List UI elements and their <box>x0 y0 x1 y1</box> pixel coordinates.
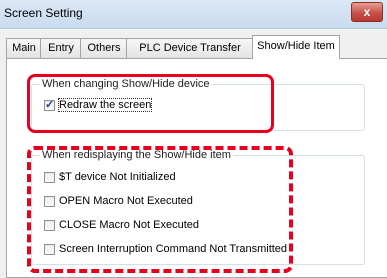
close-macro-not-executed-checkbox[interactable] <box>44 219 55 231</box>
tab-panel: When changing Show/Hide device Redraw th… <box>6 58 387 278</box>
open-macro-not-executed-checkbox[interactable] <box>44 195 55 207</box>
redraw-screen-checkbox[interactable] <box>44 98 55 111</box>
tab-label: Entry <box>48 42 74 54</box>
screen-interruption-option[interactable]: Screen Interruption Command Not Transmit… <box>44 243 287 255</box>
tab-show-hide-item[interactable]: Show/Hide Item <box>252 35 340 59</box>
tab-label: Others <box>87 42 121 54</box>
screen-interruption-label: Screen Interruption Command Not Transmit… <box>59 243 288 255</box>
group-redisplaying-show-hide: When redisplaying the Show/Hide item $T … <box>31 149 365 265</box>
redraw-screen-label: Redraw the screen <box>57 98 153 112</box>
tab-others[interactable]: Others <box>80 38 128 58</box>
redraw-screen-option[interactable]: Redraw the screen <box>44 98 153 112</box>
close-icon: x <box>363 5 371 19</box>
t-device-not-initialized-option[interactable]: $T device Not Initialized <box>44 171 176 183</box>
tab-label: Main <box>12 42 36 54</box>
screen-interruption-checkbox[interactable] <box>44 243 55 255</box>
tab-label: Show/Hide Item <box>257 40 335 52</box>
window-title: Screen Setting <box>4 6 83 20</box>
t-device-not-initialized-label: $T device Not Initialized <box>59 171 176 183</box>
tab-label: PLC Device Transfer <box>139 42 241 54</box>
group-redisplaying-legend: When redisplaying the Show/Hide item <box>40 149 233 161</box>
t-device-not-initialized-checkbox[interactable] <box>44 171 55 183</box>
group-changing-show-hide: When changing Show/Hide device Redraw th… <box>31 78 365 131</box>
tab-entry[interactable]: Entry <box>40 38 82 58</box>
group-changing-legend: When changing Show/Hide device <box>40 78 212 90</box>
close-macro-not-executed-option[interactable]: CLOSE Macro Not Executed <box>44 219 199 231</box>
title-bar: Screen Setting x <box>0 0 387 29</box>
close-button[interactable]: x <box>351 2 383 22</box>
open-macro-not-executed-option[interactable]: OPEN Macro Not Executed <box>44 195 193 207</box>
tab-plc-device-transfer[interactable]: PLC Device Transfer <box>126 38 254 58</box>
close-macro-not-executed-label: CLOSE Macro Not Executed <box>59 219 200 231</box>
tab-main[interactable]: Main <box>6 38 42 58</box>
open-macro-not-executed-label: OPEN Macro Not Executed <box>59 195 193 207</box>
